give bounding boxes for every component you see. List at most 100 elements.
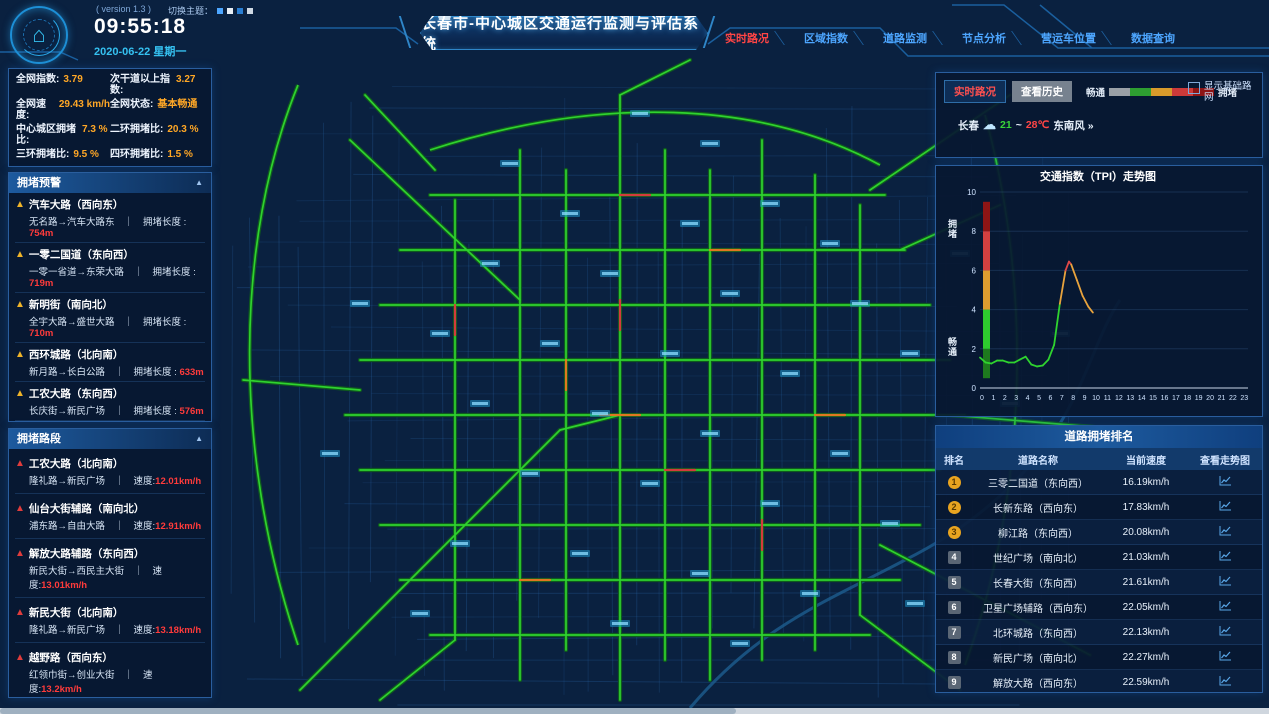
table-row[interactable]: 7北环城路（东向西）22.13km/h bbox=[936, 620, 1262, 645]
road-name-cell: 长春大街（东向西） bbox=[972, 575, 1104, 590]
tab-live-traffic[interactable]: 实时路况 bbox=[944, 80, 1006, 103]
weather-icon: ☁ bbox=[983, 117, 996, 133]
table-row[interactable]: 5长春大街（东向西）21.61km/h bbox=[936, 570, 1262, 595]
svg-text:交通指数（TPI）走势图: 交通指数（TPI）走势图 bbox=[1040, 169, 1156, 183]
nav-item-3[interactable]: 道路监测 bbox=[873, 28, 937, 48]
stats-grid: 全网指数:3.79次干道以上指数:3.27全网速度:29.43 km/h全网状态… bbox=[9, 69, 211, 164]
stat-label: 全网状态: bbox=[110, 99, 153, 110]
trend-cell bbox=[1188, 675, 1262, 689]
table-row[interactable]: 9解放大路（西向东）22.59km/h bbox=[936, 670, 1262, 693]
stat-label: 全网指数: bbox=[16, 74, 59, 85]
list-item[interactable]: ▲工农大路（北向南）隆礼路→新民广场 ｜ 速度:12.01km/h bbox=[15, 449, 205, 494]
list-item[interactable]: ▲汽车大路（西向东） 无名路→汽车大路东 ｜ 拥堵长度 : 754m bbox=[15, 193, 205, 243]
road-name: 越野路（西向东） bbox=[29, 650, 113, 665]
trend-chart-icon[interactable] bbox=[1219, 525, 1232, 539]
road-detail-row: 新民大街→西民主大街 ｜ 速度:13.01km/h bbox=[29, 563, 205, 591]
trend-chart-icon[interactable] bbox=[1219, 650, 1232, 664]
table-row[interactable]: 6卫星广场辅路（西向东）22.05km/h bbox=[936, 595, 1262, 620]
list-item[interactable]: ▲解放大路辅路（东向西）新民大街→西民主大街 ｜ 速度:13.01km/h bbox=[15, 539, 205, 598]
road-title-row: ▲汽车大路（西向东） bbox=[15, 197, 205, 212]
svg-text:3: 3 bbox=[1014, 395, 1018, 402]
congestion-warning-title: 拥堵预警 bbox=[17, 173, 61, 193]
svg-text:18: 18 bbox=[1183, 395, 1191, 402]
trend-chart-icon[interactable] bbox=[1219, 600, 1232, 614]
trend-cell bbox=[1188, 475, 1262, 489]
trend-cell bbox=[1188, 550, 1262, 564]
trend-chart-icon[interactable] bbox=[1219, 675, 1232, 689]
list-item[interactable]: ▲仙台大街辅路（南向北）浦东路→自由大路 ｜ 速度:12.91km/h bbox=[15, 494, 205, 539]
list-item[interactable]: ▲西环城路（北向南）新月路→长白公路 ｜ 拥堵长度 : 633m bbox=[15, 343, 205, 382]
page-title: 长春市-中心城区交通运行监测与评估系统 bbox=[421, 12, 707, 54]
rank-cell: 5 bbox=[936, 576, 972, 589]
road-name: 新民大街（北向南） bbox=[29, 605, 124, 620]
rank-badge: 7 bbox=[948, 626, 961, 639]
stat-item: 二环拥堵比:20.3 % bbox=[110, 124, 204, 146]
warning-triangle-icon: ▲ bbox=[15, 608, 25, 618]
road-name-cell: 北环城路（东向西） bbox=[972, 625, 1104, 640]
dashboard: ⌂ ( version 1.3 ) 切换主题： 09:55:18 2020-06… bbox=[0, 0, 1269, 714]
trend-chart-icon[interactable] bbox=[1219, 625, 1232, 639]
stat-value: 7.3 % bbox=[82, 124, 108, 135]
theme-swatch-icon[interactable] bbox=[227, 8, 233, 14]
svg-text:8: 8 bbox=[1071, 395, 1075, 402]
stat-label: 全网速度: bbox=[16, 99, 55, 121]
nav-item-1[interactable]: 实时路况 bbox=[715, 28, 779, 48]
table-row[interactable]: 4世纪广场（南向北）21.03km/h bbox=[936, 545, 1262, 570]
list-item[interactable]: ▲解放大路（西向东）建设街→万宝街 ｜ 拥堵长度 : 459m bbox=[15, 421, 205, 422]
scrollbar-thumb[interactable] bbox=[0, 708, 736, 714]
metric-value: 719m bbox=[29, 278, 53, 289]
svg-text:21: 21 bbox=[1218, 395, 1226, 402]
nav-item-5[interactable]: 营运车位置 bbox=[1031, 28, 1106, 48]
checkbox-icon[interactable] bbox=[1188, 82, 1200, 94]
table-row[interactable]: 3柳江路（东向西）20.08km/h bbox=[936, 520, 1262, 545]
list-item[interactable]: ▲新明街（南向北）全宇大路→盛世大路 ｜ 拥堵长度 : 710m bbox=[15, 293, 205, 343]
theme-swatch-icon[interactable] bbox=[237, 8, 243, 14]
top-navigation: 实时路况区域指数道路监测节点分析营运车位置数据查询 bbox=[715, 28, 1185, 48]
legend-color-block bbox=[1130, 88, 1151, 96]
metric-label: 速度: bbox=[134, 476, 156, 487]
separator: ｜ bbox=[124, 670, 143, 681]
collapse-arrow-icon[interactable]: ▲ bbox=[195, 429, 203, 449]
show-basemap-checkbox[interactable]: 显示基础路网 bbox=[1188, 81, 1254, 103]
congested-segment-title: 拥堵路段 bbox=[17, 429, 61, 449]
theme-swatch-icon[interactable] bbox=[217, 8, 223, 14]
collapse-arrow-icon[interactable]: ▲ bbox=[195, 173, 203, 193]
nav-item-4[interactable]: 节点分析 bbox=[952, 28, 1016, 48]
rank-cell: 6 bbox=[936, 601, 972, 614]
nav-item-6[interactable]: 数据查询 bbox=[1121, 28, 1185, 48]
table-row[interactable]: 1三零二国道（东向西）16.19km/h bbox=[936, 470, 1262, 495]
trend-chart-icon[interactable] bbox=[1219, 475, 1232, 489]
rank-badge: 6 bbox=[948, 601, 961, 614]
list-item[interactable]: ▲越野路（西向东）红领巾街→创业大街 ｜ 速度:13.2km/h bbox=[15, 643, 205, 698]
home-button[interactable]: ⌂ bbox=[10, 6, 68, 64]
speed-cell: 17.83km/h bbox=[1104, 502, 1188, 513]
stat-label: 中心城区拥堵比: bbox=[16, 124, 78, 146]
road-detail-row: 全宇大路→盛世大路 ｜ 拥堵长度 : 710m bbox=[29, 314, 205, 339]
stat-value: 3.27 bbox=[176, 74, 195, 85]
road-name-cell: 新民广场（南向北） bbox=[972, 650, 1104, 665]
trend-chart-icon[interactable] bbox=[1219, 575, 1232, 589]
nav-item-2[interactable]: 区域指数 bbox=[794, 28, 858, 48]
theme-swatch-icon[interactable] bbox=[247, 8, 253, 14]
road-route: 红领巾街→创业大街 bbox=[29, 670, 124, 681]
rank-cell: 2 bbox=[936, 501, 972, 514]
road-detail-row: 无名路→汽车大路东 ｜ 拥堵长度 : 754m bbox=[29, 214, 205, 239]
table-row[interactable]: 2长新东路（西向东）17.83km/h bbox=[936, 495, 1262, 520]
list-item[interactable]: ▲新民大街（北向南）隆礼路→新民广场 ｜ 速度:13.18km/h bbox=[15, 598, 205, 643]
tab-view-history[interactable]: 查看历史 bbox=[1012, 81, 1072, 102]
trend-chart-icon[interactable] bbox=[1219, 550, 1232, 564]
separator: ｜ bbox=[115, 406, 134, 417]
trend-chart-icon[interactable] bbox=[1219, 500, 1232, 514]
horizontal-scrollbar[interactable] bbox=[0, 708, 1269, 714]
speed-cell: 16.19km/h bbox=[1104, 477, 1188, 488]
warning-triangle-icon: ▲ bbox=[15, 300, 25, 310]
table-row[interactable]: 8新民广场（南向北）22.27km/h bbox=[936, 645, 1262, 670]
weather-row[interactable]: 长春 ☁ 21 ~ 28℃ 东南风 » bbox=[936, 103, 1262, 133]
list-item[interactable]: ▲工农大路（东向西）长庆街→新民广场 ｜ 拥堵长度 : 576m bbox=[15, 382, 205, 421]
road-title-row: ▲工农大路（北向南） bbox=[15, 456, 205, 471]
list-item[interactable]: ▲一零二国道（东向西）一零一省道→东荣大路 ｜ 拥堵长度 : 719m bbox=[15, 243, 205, 293]
separator: ｜ bbox=[134, 267, 153, 278]
speed-cell: 21.03km/h bbox=[1104, 552, 1188, 563]
network-stats-panel: 全网指数:3.79次干道以上指数:3.27全网速度:29.43 km/h全网状态… bbox=[8, 68, 212, 167]
data-time-row: 当前数据时间: 2020-06-22 09:50 bbox=[9, 164, 211, 167]
